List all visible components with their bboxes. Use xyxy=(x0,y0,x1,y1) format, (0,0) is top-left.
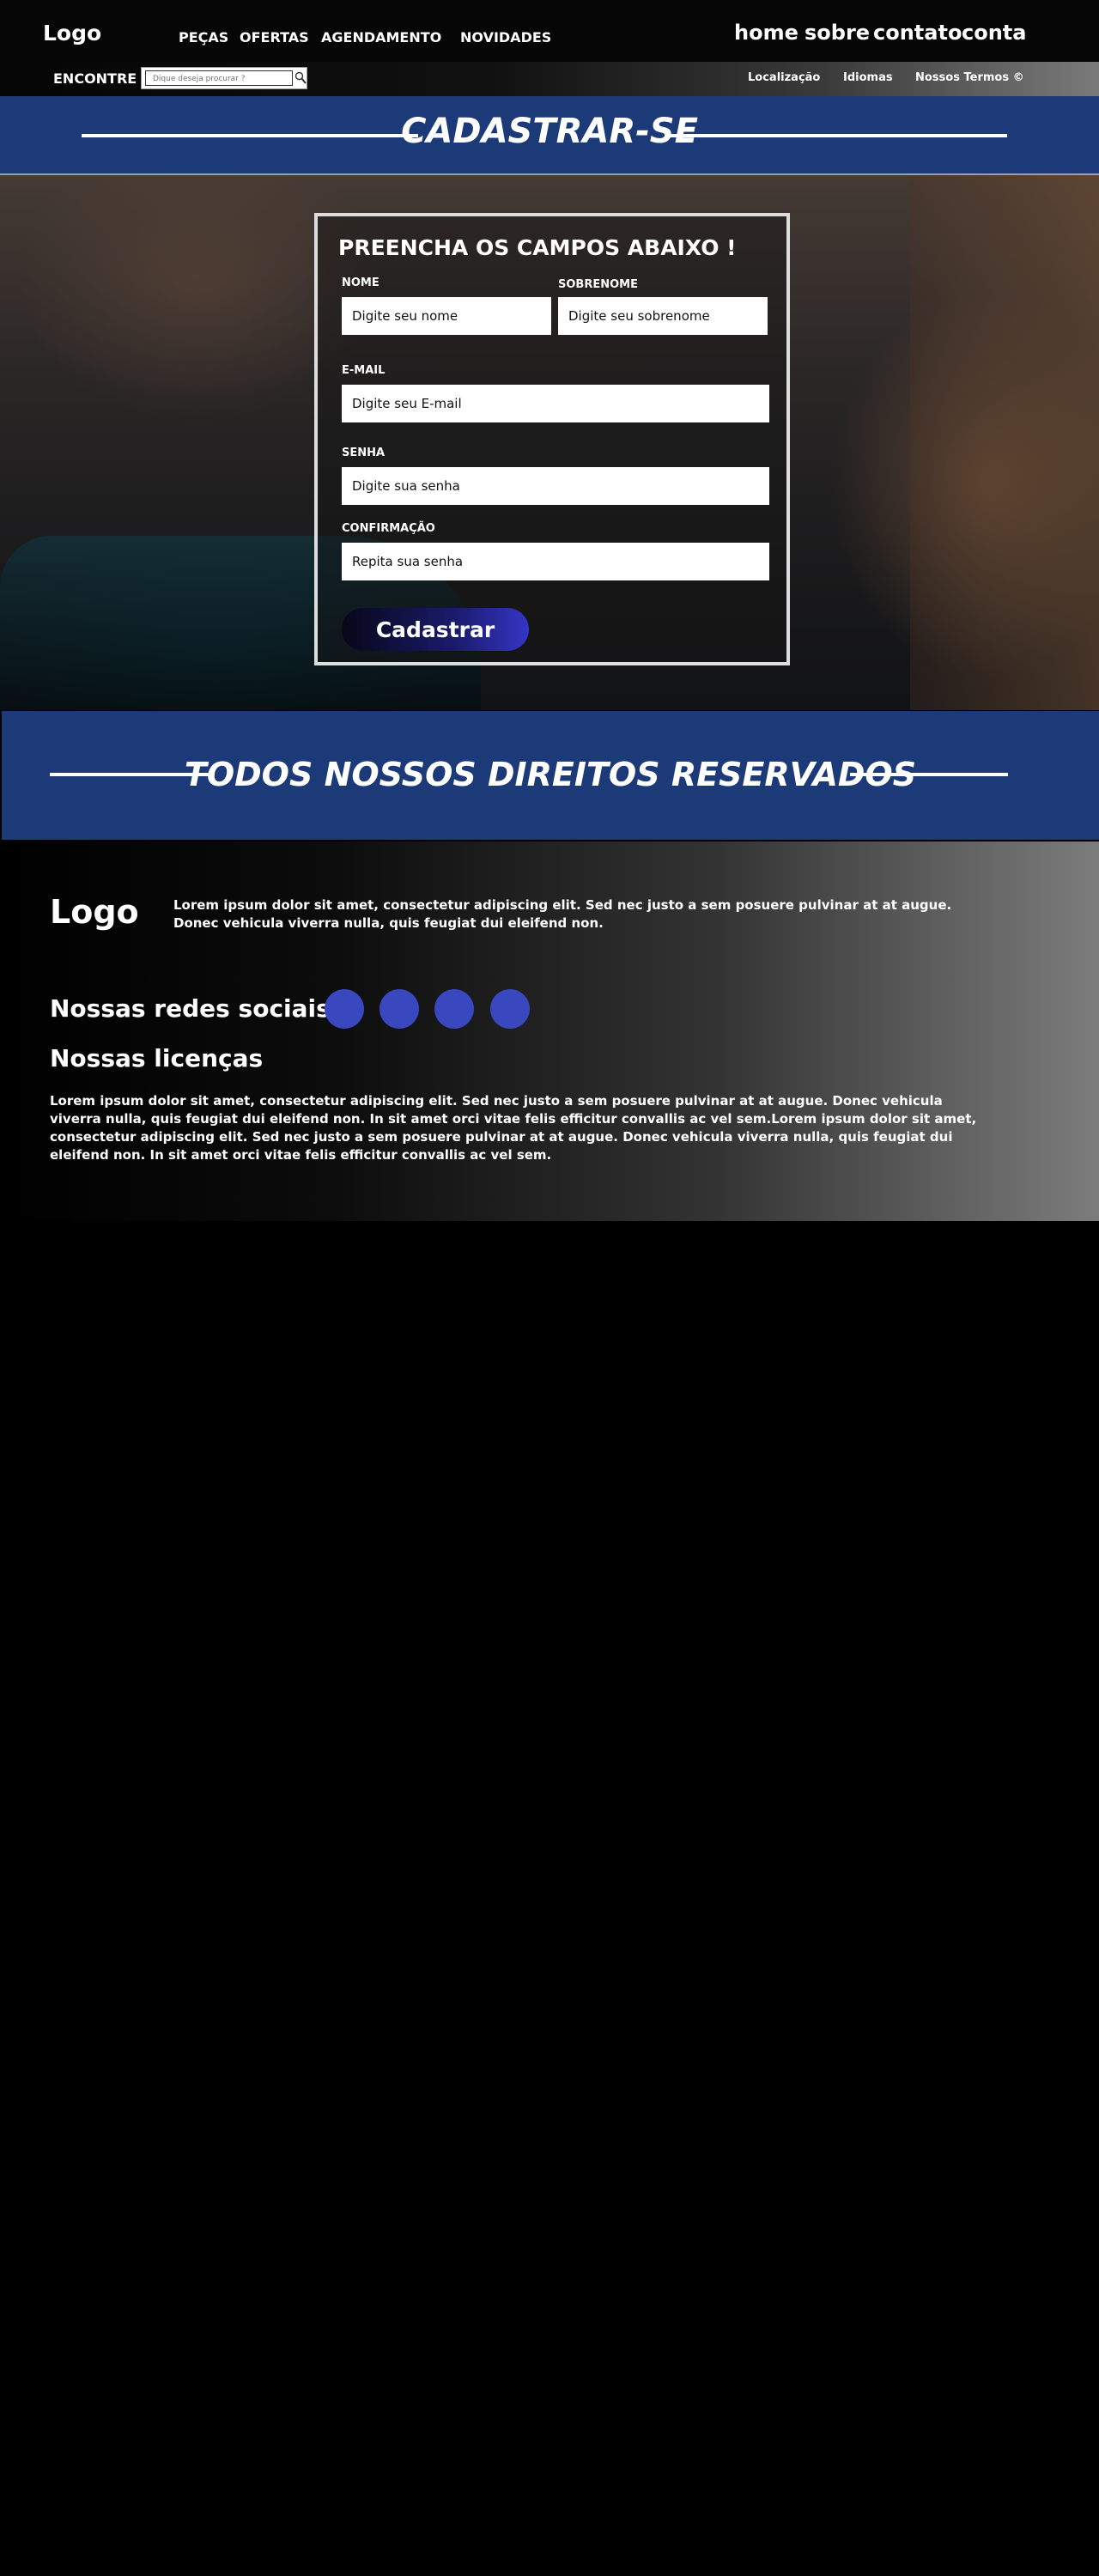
name-field[interactable] xyxy=(342,297,551,335)
footer-logo[interactable]: Logo xyxy=(50,893,139,931)
footer-description: Lorem ipsum dolor sit amet, consectetur … xyxy=(173,897,952,931)
search-label: ENCONTRE xyxy=(53,70,137,87)
site-logo[interactable]: Logo xyxy=(43,21,101,46)
email-label: E-MAIL xyxy=(342,364,386,377)
search-box xyxy=(141,67,307,89)
link-localizacao[interactable]: Localização xyxy=(748,71,820,84)
email-field[interactable] xyxy=(342,385,769,422)
social-icon-3[interactable] xyxy=(434,989,474,1029)
search-field-frame xyxy=(145,70,293,86)
register-banner: CADASTRAR-SE xyxy=(0,96,1099,175)
nav-agendamento[interactable]: AGENDAMENTO xyxy=(321,29,441,46)
nav-sobre[interactable]: sobre xyxy=(805,21,870,45)
nav-ofertas[interactable]: OFERTAS xyxy=(240,29,309,46)
surname-label: SOBRENOME xyxy=(558,278,638,291)
surname-field[interactable] xyxy=(558,297,768,335)
nav-pecas[interactable]: PEÇAS xyxy=(179,29,228,46)
nav-conta[interactable]: conta xyxy=(962,21,1026,45)
search-strip: ENCONTRE Localização Idiomas Nossos Term… xyxy=(0,62,1099,96)
licenses-text: Lorem ipsum dolor sit amet, consectetur … xyxy=(50,1093,977,1163)
link-termos[interactable]: Nossos Termos © xyxy=(915,71,1024,84)
social-icon-4[interactable] xyxy=(490,989,530,1029)
password-field[interactable] xyxy=(342,467,769,505)
hero-section: PREENCHA OS CAMPOS ABAIXO ! NOME SOBRENO… xyxy=(0,175,1099,710)
name-label: NOME xyxy=(342,276,379,289)
licenses-title: Nossas licenças xyxy=(50,1044,264,1072)
nav-contato[interactable]: contato xyxy=(873,21,962,45)
social-icon-2[interactable] xyxy=(379,989,419,1029)
register-title: CADASTRAR-SE xyxy=(401,112,698,151)
register-form: PREENCHA OS CAMPOS ABAIXO ! NOME SOBRENO… xyxy=(314,213,790,665)
link-idiomas[interactable]: Idiomas xyxy=(843,71,893,84)
password-label: SENHA xyxy=(342,447,386,459)
nav-home[interactable]: home xyxy=(734,21,798,45)
confirm-password-field[interactable] xyxy=(342,543,769,580)
rights-banner: TODOS NOSSOS DIREITOS RESERVADOS xyxy=(2,711,1099,841)
register-button[interactable]: Cadastrar xyxy=(342,608,529,651)
social-icon-1[interactable] xyxy=(325,989,364,1029)
magnifier-icon[interactable] xyxy=(294,71,307,85)
rights-title: TODOS NOSSOS DIREITOS RESERVADOS xyxy=(184,756,917,793)
footer: Logo Lorem ipsum dolor sit amet, consect… xyxy=(0,841,1099,1221)
top-navbar: Logo PEÇAS OFERTAS AGENDAMENTO NOVIDADES… xyxy=(0,0,1099,62)
nav-novidades[interactable]: NOVIDADES xyxy=(460,29,551,46)
form-title: PREENCHA OS CAMPOS ABAIXO ! xyxy=(338,235,737,260)
search-input[interactable] xyxy=(153,73,282,85)
social-title: Nossas redes sociais xyxy=(50,994,331,1023)
confirm-label: CONFIRMAÇÃO xyxy=(342,522,435,535)
